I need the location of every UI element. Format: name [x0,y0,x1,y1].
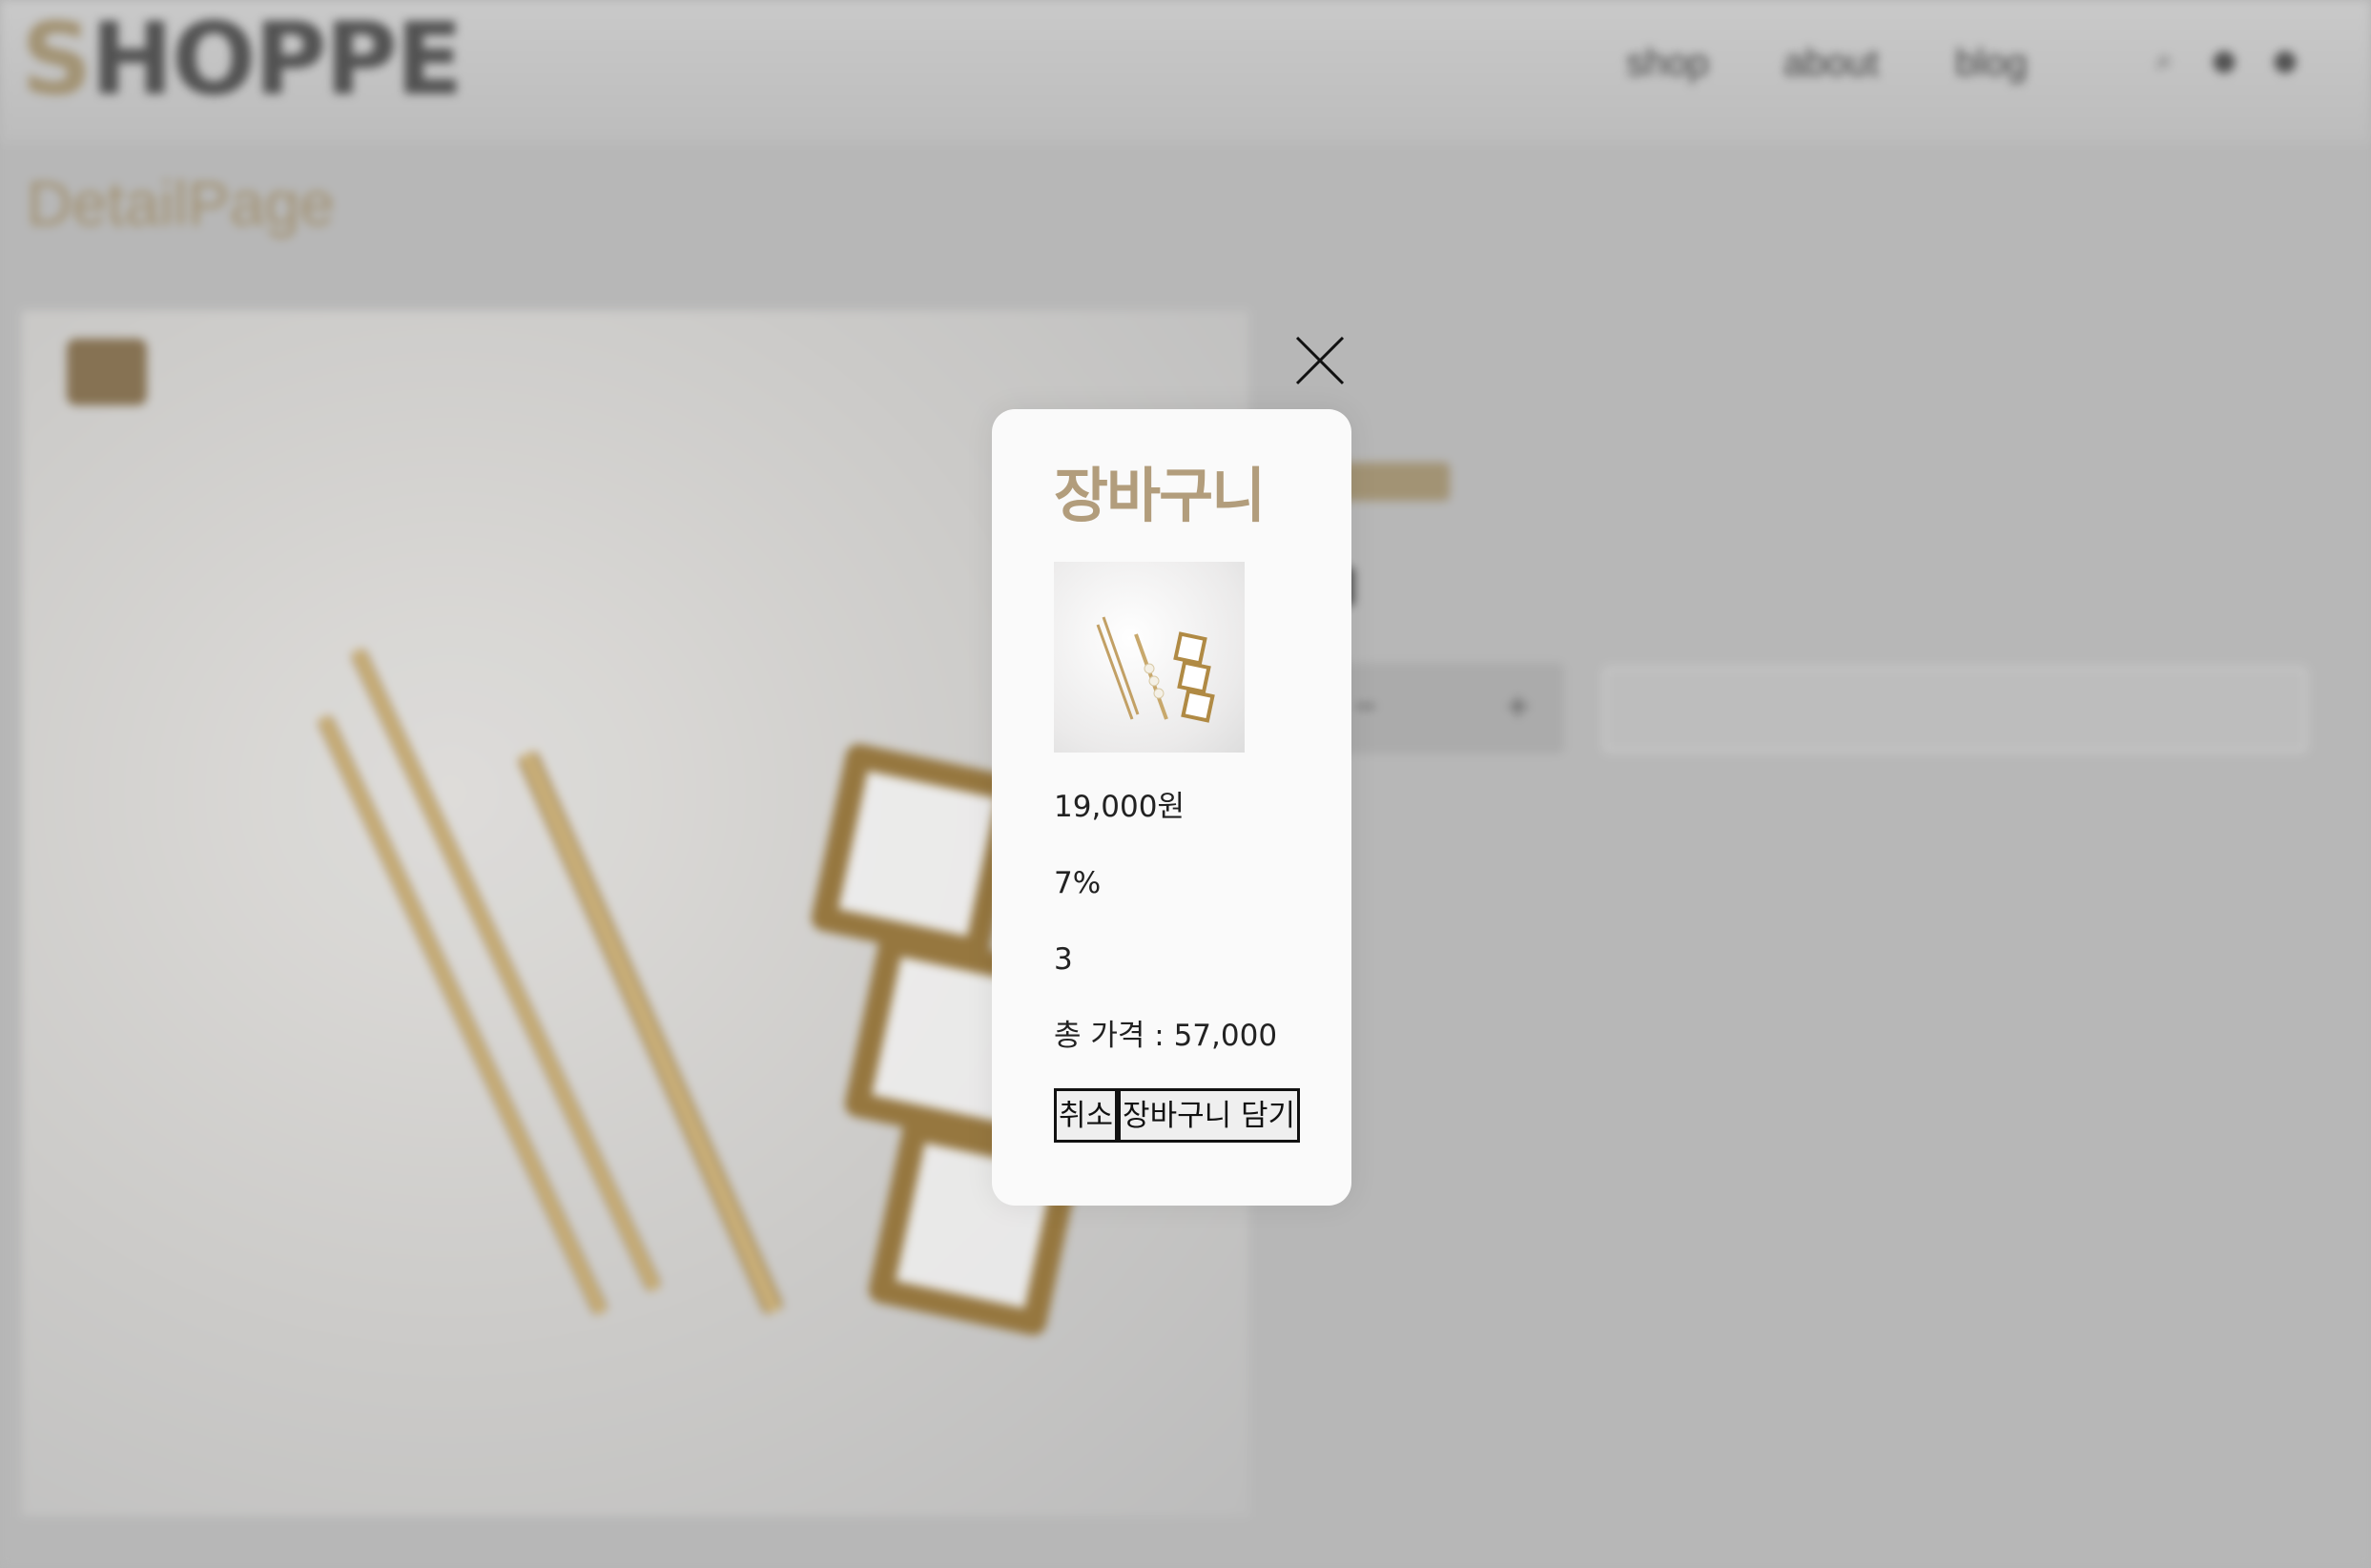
close-icon[interactable] [1295,336,1345,385]
cart-modal: 장바구니 19,000원 7% 3 총 가격 : 57,000 취소 장바구니 … [992,409,1351,1206]
modal-title: 장바구니 [1054,461,1266,530]
add-to-cart-button[interactable]: 장바구니 담기 [1118,1088,1301,1143]
item-quantity: 3 [1054,942,1073,977]
item-price: 19,000원 [1054,790,1185,824]
cancel-button[interactable]: 취소 [1054,1088,1119,1143]
item-discount: 7% [1054,866,1102,900]
product-thumbnail [1054,562,1245,753]
total-price: 총 가격 : 57,000 [1054,1019,1278,1053]
modal-actions: 취소 장바구니 담기 [1054,1088,1301,1143]
